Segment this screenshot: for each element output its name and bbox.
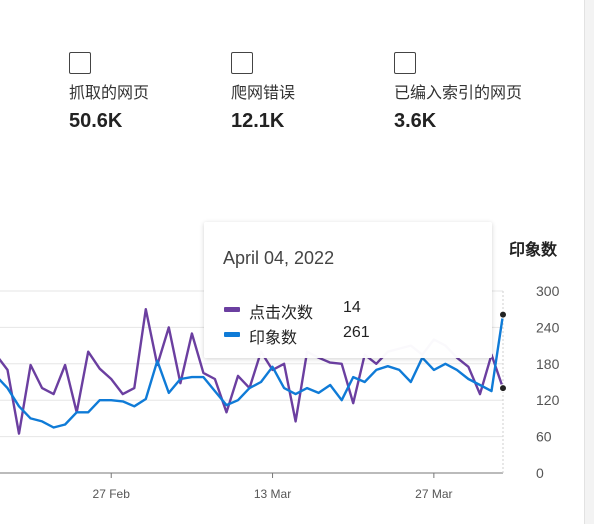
hover-point-1	[499, 310, 507, 319]
tooltip-series-value: 261	[343, 324, 370, 341]
y-tick-label: 0	[536, 465, 544, 481]
performance-card: 抓取的网页 50.6K 爬网错误 12.1K 已编入索引的网页 3.6K 印象数…	[0, 0, 585, 524]
y-tick-label: 60	[536, 429, 552, 445]
x-tick-label: 27 Mar	[415, 487, 452, 501]
y-tick-label: 300	[536, 283, 560, 299]
chart-tooltip: April 04, 2022 点击次数 14 印象数 261	[204, 222, 492, 358]
legend-swatch-impressions	[224, 332, 240, 337]
x-tick-label: 13 Mar	[254, 487, 291, 501]
tooltip-series-name: 印象数	[249, 328, 298, 347]
legend-swatch-clicks	[224, 307, 240, 312]
y-tick-label: 240	[536, 319, 560, 335]
y-tick-label: 120	[536, 392, 560, 408]
x-tick-label: 27 Feb	[93, 487, 131, 501]
y-tick-label: 180	[536, 356, 560, 372]
tooltip-series-name: 点击次数	[249, 303, 314, 322]
tooltip-date: April 04, 2022	[223, 248, 335, 268]
hover-point-0	[499, 384, 507, 393]
tooltip-series-value: 14	[343, 299, 361, 316]
